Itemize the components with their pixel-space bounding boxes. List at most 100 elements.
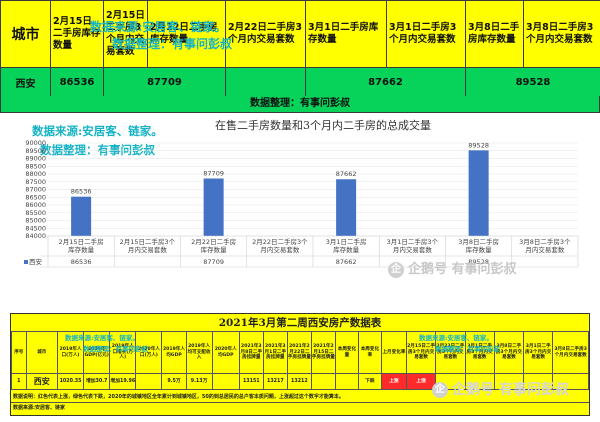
chart-y-ticks: 8400084500850008550086000865008700087500… (25, 139, 46, 240)
bar (468, 150, 489, 236)
y-tick-label: 86500 (25, 193, 46, 201)
x-category-label: 2月15日二手房库存数量 (59, 237, 104, 254)
cell-feb22-stock: 87709 (103, 67, 226, 97)
author-banner: 数据整理：有事问彭叔 (0, 96, 600, 113)
weekly-row-cell: 13151 (238, 373, 264, 390)
bottom-watermark-author-right: 数据整理：有事问彭叔 (435, 345, 500, 353)
data-source-note: 数据来源:安居客、链家 (13, 405, 66, 411)
legend-label: 西安 (29, 257, 43, 266)
weekly-header-cell: 2020年人均GDP (211, 331, 240, 374)
weekly-row-cell: 13212 (286, 373, 312, 390)
weekly-row-cell: 增加30.7 (83, 373, 111, 390)
weekly-header-cell: 序号 (11, 331, 27, 374)
x-category-label: 3月1日二手房3个月内交易套数 (387, 237, 439, 254)
penguin-logo-icon: 企 (388, 261, 404, 278)
weekly-row-cell (334, 373, 359, 390)
top-data-table: 城市 2月15日二手房库存数量 2月15日二手房3个月内交易套数 2月22日二手… (0, 0, 600, 97)
x-category-label: 3月8日二手房3个月内交易套数 (519, 237, 571, 254)
header-feb22-deals: 2月22日二手房3个月内交易套数 (225, 0, 306, 68)
penguin-logo-icon-2: 企 (432, 382, 448, 398)
weekly-row-cell: 下跌 (357, 373, 382, 390)
cell-mar1-stock: 87662 (305, 67, 466, 97)
weekly-table-title: 2021年3月第二周西安房产数据表 (218, 317, 382, 329)
weekly-row-cell: 9.5万 (161, 373, 187, 390)
y-tick-label: 88500 (25, 162, 46, 170)
legend-swatch (24, 260, 28, 264)
weekly-header-cell: 2019年人均GDP (161, 331, 187, 374)
table-value: 86536 (71, 258, 92, 266)
y-tick-label: 87000 (25, 186, 46, 194)
weekly-data-table-panel: 2021年3月第二周西安房产数据表 序号 城市 2019年人口(万人) 2019年GD… (10, 313, 590, 416)
weekly-row-cell: 1 (11, 373, 27, 390)
y-tick-label: 85500 (25, 209, 46, 217)
y-tick-label: 90000 (25, 139, 46, 147)
bar (203, 178, 224, 236)
brand-watermark-text-2: 企鹅号 有事问彭叔 (452, 382, 569, 398)
brand-watermark-top: 企企鹅号 有事问彭叔 (388, 258, 517, 278)
chart-watermark-author: 数据整理：有事问彭叔 (40, 143, 155, 157)
bar-data-label: 87709 (203, 170, 224, 178)
brand-watermark-text: 企鹅号 有事问彭叔 (408, 262, 517, 277)
chart-watermark-source: 数据来源:安居客、链家。 (32, 124, 163, 138)
header-mar8-stock: 3月8日二手房库存数量 (465, 0, 524, 68)
x-category-label: 3月8日二手房库存数量 (458, 237, 499, 254)
row-city: 西安 (0, 67, 51, 97)
header-mar1-stock: 3月1日二手房库存数量 (305, 0, 387, 68)
weekly-header-cell: 2019年人均可支配收入 (185, 331, 213, 374)
weekly-row-cell (135, 373, 163, 390)
chart-title: 在售二手房数量和3个月内二手房的总成交量 (215, 118, 431, 132)
y-tick-label: 89000 (25, 155, 46, 163)
weekly-row-cell (310, 373, 336, 390)
bar-data-label: 89528 (468, 141, 489, 149)
cell-feb22-deals (225, 67, 306, 97)
x-category-label: 2月22日二手房3个月内交易套数 (252, 237, 308, 254)
weekly-header-cell: 2021年3月1日二手房挂牌量 (262, 331, 288, 374)
weekly-header-cell: 本周变化率 (357, 331, 382, 374)
header-feb15-deals: 2月15日二手房3个月内交易套数 (103, 0, 148, 68)
x-category-label: 2月22日二手房库存数量 (191, 237, 236, 254)
bottom-watermark-author: 数据整理：有事问彭叔 (83, 345, 148, 353)
chart-svg: 在售二手房数量和3个月内二手房的总成交量 数据来源:安居客、链家。 数据整理：有… (24, 118, 579, 268)
x-category-label: 3月1日二手房库存数量 (326, 237, 367, 254)
weekly-row-cell (211, 373, 240, 390)
weekly-row-cell: 增加19.96 (109, 373, 137, 390)
weekly-header-cell: 3月1日二手房3个月内交易套数 (523, 331, 554, 374)
bar (336, 179, 357, 236)
weekly-row-cell: 9.13万 (185, 373, 213, 390)
header-feb15-stock: 2月15日二手房库存数量 (50, 0, 104, 68)
weekly-header-cell: 2021年2月15日二手房挂牌量 (310, 331, 336, 374)
bar-data-label: 87662 (336, 170, 357, 178)
y-tick-label: 85000 (25, 217, 46, 225)
weekly-row-cell: 1020.35 (56, 373, 85, 390)
header-mar8-deals: 3月8日二手房3个月内交易套数 (523, 0, 600, 68)
weekly-header-cell: 上月变化率 (380, 331, 407, 374)
chart-bars (71, 150, 489, 236)
header-feb22-stock: 2月22日二手房库存数量 (147, 0, 226, 68)
weekly-row-cell: 13217 (262, 373, 288, 390)
x-category-label: 2月15日二手房3个月内交易套数 (120, 237, 176, 254)
weekly-header-cell: 3月8日二手房3个月内交易套数 (552, 331, 589, 374)
brand-watermark-bottom: 企企鹅号 有事问彭叔 (432, 379, 569, 399)
header-mar1-deals: 3月1日二手房3个月内交易套数 (386, 0, 466, 68)
y-tick-label: 87500 (25, 178, 46, 186)
y-tick-label: 89500 (25, 147, 46, 155)
cell-mar8-stock: 89528 (465, 67, 600, 97)
weekly-row-cell: 上涨 (380, 373, 407, 390)
y-tick-label: 88000 (25, 170, 46, 178)
header-city: 城市 (0, 0, 51, 68)
weekly-header-cell: 城市 (25, 331, 58, 374)
table-value: 87662 (336, 258, 357, 266)
weekly-header-cell: 2021年2月22日二手房挂牌量 (286, 331, 312, 374)
cell-feb15-stock: 86536 (50, 67, 104, 97)
bar-chart: 在售二手房数量和3个月内二手房的总成交量 数据来源:安居客、链家。 数据整理：有… (18, 113, 582, 278)
bottom-watermark-source: 数据来源:安居客、链家。 (65, 334, 139, 342)
divider (11, 402, 589, 403)
weekly-header-cell: 本周变化量 (334, 331, 359, 374)
bar (71, 196, 92, 236)
y-tick-label: 86000 (25, 201, 46, 209)
weekly-row-cell: 西安 (25, 373, 58, 390)
bar-data-label: 86536 (71, 188, 92, 196)
bottom-watermark-source-right: 数据来源:安居客、链家。 (419, 334, 493, 342)
weekly-header-cell: 2021年3月8日二手房挂牌量 (238, 331, 264, 374)
table-value: 87709 (203, 258, 224, 266)
